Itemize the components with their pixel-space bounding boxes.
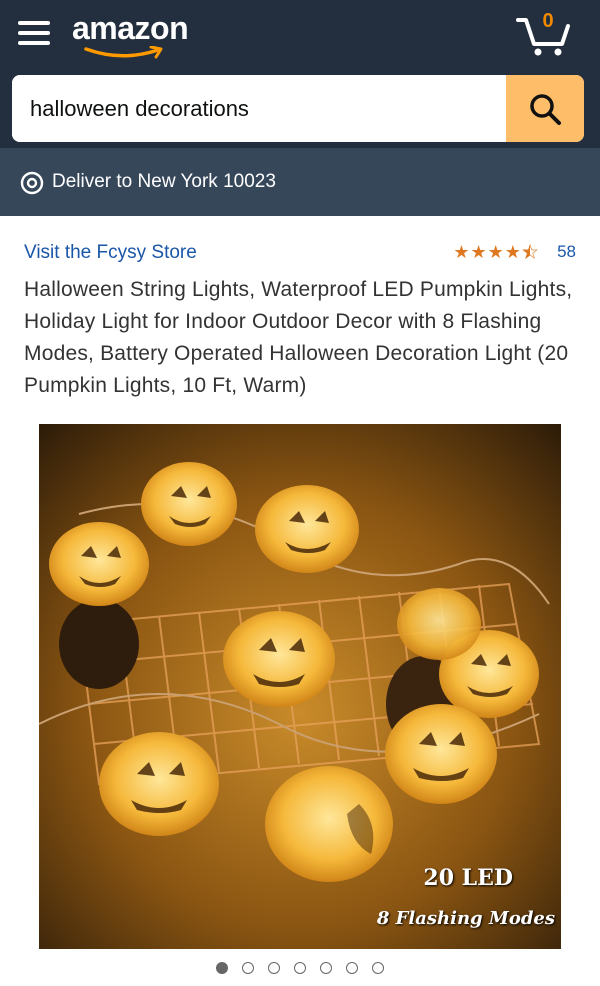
search-button[interactable] [506, 75, 584, 142]
star-icon: ★ [453, 242, 470, 262]
menu-icon[interactable] [18, 20, 50, 46]
half-star-icon: ★ [521, 242, 539, 262]
carousel-dot[interactable] [346, 962, 358, 974]
search-bar [12, 75, 584, 142]
deliver-bar[interactable]: Deliver to New York 10023 [0, 148, 600, 216]
carousel-dot[interactable] [320, 962, 332, 974]
store-row: Visit the Fcysy Store ★ ★ ★ ★ ★ 58 [24, 216, 576, 263]
product-detail: Visit the Fcysy Store ★ ★ ★ ★ ★ 58 Hallo… [0, 216, 600, 949]
header: amazon 0 [0, 0, 600, 148]
rating-count: 58 [557, 242, 576, 261]
product-title: Halloween String Lights, Waterproof LED … [24, 278, 573, 397]
carousel-dot[interactable] [372, 962, 384, 974]
rating-stars: ★ ★ ★ ★ ★ [453, 242, 539, 262]
image-caption-led: 20 LED [423, 865, 513, 891]
deliver-to-text: Deliver to New York 10023 [52, 171, 276, 192]
image-caption-modes: 8 Flashing Modes [376, 908, 555, 929]
product-image[interactable]: 20 LED 8 Flashing Modes [39, 424, 561, 949]
star-icon: ★ [470, 242, 487, 262]
search-icon [530, 93, 561, 125]
star-icon: ★ [487, 242, 504, 262]
star-icon: ★ [504, 242, 521, 262]
search-input[interactable] [12, 75, 506, 142]
carousel-dot[interactable] [294, 962, 306, 974]
rating[interactable]: ★ ★ ★ ★ ★ 58 [453, 242, 576, 262]
logo-smile-icon [84, 46, 163, 59]
cart-button[interactable]: 0 [516, 10, 572, 58]
carousel-dot[interactable] [216, 962, 228, 974]
carousel-dot[interactable] [242, 962, 254, 974]
amazon-logo[interactable]: amazon [72, 10, 202, 60]
store-link[interactable]: Visit the Fcysy Store [24, 242, 197, 264]
carousel-dot[interactable] [268, 962, 280, 974]
cart-count: 0 [542, 10, 554, 32]
carousel-dots [0, 962, 600, 974]
location-pin-icon [20, 171, 44, 195]
